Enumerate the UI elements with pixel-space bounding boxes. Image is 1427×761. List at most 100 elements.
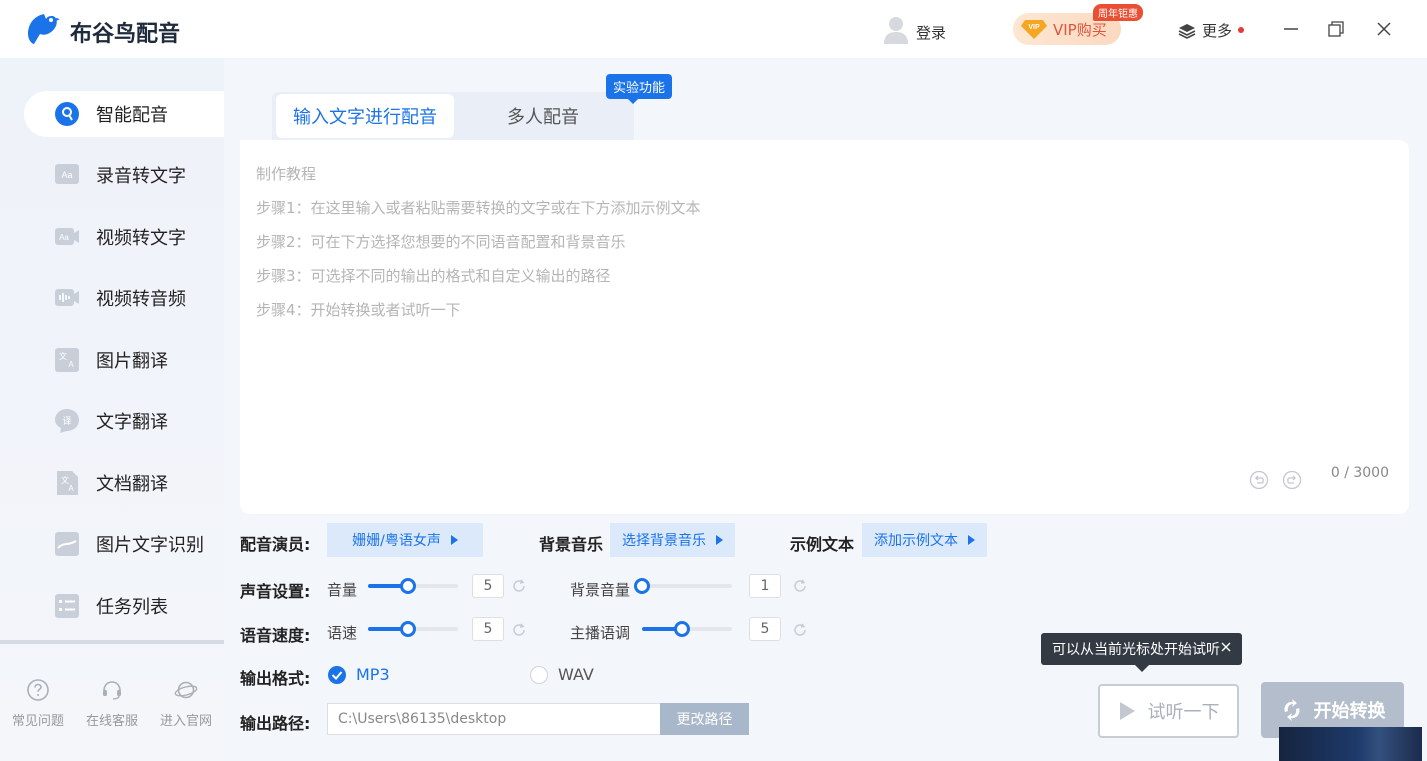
vip-gem-icon: VIP — [1021, 20, 1047, 39]
experimental-badge: 实验功能 — [606, 74, 673, 104]
character-counter: 0 / 3000 — [1330, 465, 1389, 481]
reset-icon[interactable] — [792, 578, 808, 594]
video-to-text-icon: Aa — [55, 228, 79, 245]
listen-label: 试听一下 — [1147, 702, 1220, 723]
sidebar-item-label: 文档翻译 — [96, 474, 168, 495]
format-mp3-label: MP3 — [356, 665, 390, 684]
reset-icon[interactable] — [792, 622, 808, 638]
sidebar-item-video-to-text[interactable]: Aa 视频转文字 — [24, 214, 224, 260]
undo-icon[interactable] — [1249, 470, 1269, 490]
sidebar-item-audio-to-text[interactable]: Aa 录音转文字 — [24, 152, 224, 198]
sidebar-item-label: 任务列表 — [96, 597, 168, 618]
speed-slider[interactable] — [368, 621, 458, 637]
reset-icon[interactable] — [511, 578, 527, 594]
smart-dub-icon — [55, 102, 79, 126]
slider-knob[interactable] — [399, 578, 416, 594]
bgm-picker[interactable]: 选择背景音乐 — [610, 523, 735, 557]
title-bar: 布谷鸟配音 登录 VIP VIP购买 周年钜惠 更多 — [0, 0, 1427, 58]
speed-value[interactable]: 5 — [472, 617, 504, 641]
sidebar-item-video-to-audio[interactable]: 视频转音频 — [24, 275, 224, 321]
sidebar-item-label: 录音转文字 — [96, 166, 186, 187]
layers-icon — [1178, 23, 1196, 39]
login-button[interactable]: 登录 — [884, 16, 946, 44]
pitch-value[interactable]: 5 — [749, 617, 781, 641]
minimize-icon[interactable] — [1282, 20, 1300, 38]
output-path-field[interactable]: C:\Users\86135\desktop — [327, 703, 661, 735]
volume-slider[interactable] — [368, 578, 458, 594]
play-icon — [1119, 702, 1135, 720]
sample-value: 添加示例文本 — [874, 533, 958, 549]
svg-text:VIP: VIP — [1028, 24, 1040, 31]
sample-label: 示例文本 — [790, 535, 855, 554]
listen-tooltip: 可以从当前光标处开始试听 — [1041, 633, 1242, 672]
sidebar-item-label: 文字翻译 — [96, 412, 168, 433]
tab-text-dub[interactable]: 输入文字进行配音 — [276, 94, 454, 138]
image-translate-icon: 文 A — [55, 348, 79, 372]
video-to-audio-icon — [55, 289, 79, 306]
speed-label: 语速 — [327, 624, 358, 642]
volume-value[interactable]: 5 — [472, 574, 504, 598]
svg-text:A: A — [68, 360, 74, 369]
faq-button[interactable]: 常见问题 — [3, 678, 73, 729]
sidebar-item-ocr[interactable]: 图片文字识别 — [24, 521, 224, 567]
faq-label: 常见问题 — [11, 714, 64, 729]
bgm-value: 选择背景音乐 — [622, 533, 706, 549]
sidebar-item-label: 图片翻译 — [96, 351, 168, 372]
sound-settings-label: 声音设置: — [240, 582, 311, 601]
background-image-strip — [1279, 727, 1422, 761]
editor-placeholder: 制作教程 步骤1：在这里输入或者粘贴需要转换的文字或在下方添加示例文本 步骤2：… — [256, 162, 701, 332]
tab-multi-dub[interactable]: 多人配音 — [460, 94, 626, 138]
sidebar-item-text-translate[interactable]: 译 文字翻译 — [24, 398, 224, 444]
website-button[interactable]: 进入官网 — [151, 678, 221, 729]
bird-logo-icon — [28, 14, 60, 44]
radio-unchecked-icon — [530, 665, 548, 684]
voice-picker[interactable]: 姗姗/粤语女声 — [327, 523, 483, 557]
pitch-slider[interactable] — [642, 621, 732, 637]
audio-to-text-icon: Aa — [55, 164, 79, 184]
svg-text:译: 译 — [62, 416, 71, 427]
slider-track — [642, 584, 732, 588]
faq-icon — [27, 679, 49, 701]
maximize-icon[interactable] — [1327, 20, 1345, 38]
sidebar-item-document-translate[interactable]: 文 A 文档翻译 — [24, 460, 224, 506]
play-triangle-icon — [968, 535, 975, 545]
website-label: 进入官网 — [159, 714, 212, 729]
text-translate-icon: 译 — [55, 409, 79, 433]
login-label: 登录 — [916, 23, 947, 42]
tutorial-line: 制作教程 — [256, 165, 317, 183]
redo-icon[interactable] — [1282, 470, 1302, 490]
tutorial-line: 步骤3：可选择不同的输出的格式和自定义输出的路径 — [256, 267, 611, 285]
text-editor[interactable]: 制作教程 步骤1：在这里输入或者粘贴需要转换的文字或在下方添加示例文本 步骤2：… — [240, 140, 1409, 514]
voice-label: 配音演员: — [240, 535, 311, 554]
bg-volume-value[interactable]: 1 — [749, 574, 781, 598]
sample-picker[interactable]: 添加示例文本 — [862, 523, 987, 557]
sidebar-item-task-list[interactable]: 任务列表 — [24, 583, 224, 629]
document-translate-icon: 文 A — [57, 471, 78, 495]
close-icon[interactable] — [1219, 640, 1233, 654]
listen-button[interactable]: 试听一下 — [1098, 684, 1239, 738]
sidebar: 智能配音 Aa 录音转文字 Aa 视频转文字 视频转音频 文 A 图片翻译 译 … — [0, 58, 224, 761]
close-icon[interactable] — [1375, 20, 1393, 38]
format-wav-radio[interactable]: WAV — [530, 665, 594, 684]
speech-speed-label: 语音速度: — [240, 626, 311, 645]
slider-knob[interactable] — [634, 578, 650, 594]
voice-value: 姗姗/粤语女声 — [352, 533, 441, 549]
slider-knob[interactable] — [399, 621, 416, 637]
sidebar-item-label: 图片文字识别 — [96, 535, 204, 556]
support-button[interactable]: 在线客服 — [77, 678, 147, 729]
sidebar-item-image-translate[interactable]: 文 A 图片翻译 — [24, 337, 224, 383]
sidebar-divider — [0, 640, 224, 644]
bgm-label: 背景音乐 — [539, 535, 604, 554]
app-title: 布谷鸟配音 — [70, 22, 181, 47]
sidebar-item-smart-dub[interactable]: 智能配音 — [24, 91, 224, 137]
ocr-icon — [55, 532, 79, 556]
user-avatar-icon — [884, 17, 908, 44]
change-path-button[interactable]: 更改路径 — [660, 703, 749, 735]
more-menu-button[interactable]: 更多 — [1178, 20, 1245, 41]
reset-icon[interactable] — [511, 622, 527, 638]
sidebar-item-label: 视频转音频 — [96, 289, 186, 310]
slider-knob[interactable] — [673, 621, 690, 637]
vip-promo-badge: 周年钜惠 — [1093, 4, 1143, 21]
format-mp3-radio[interactable]: MP3 — [328, 665, 390, 684]
bg-volume-slider[interactable] — [634, 578, 732, 594]
